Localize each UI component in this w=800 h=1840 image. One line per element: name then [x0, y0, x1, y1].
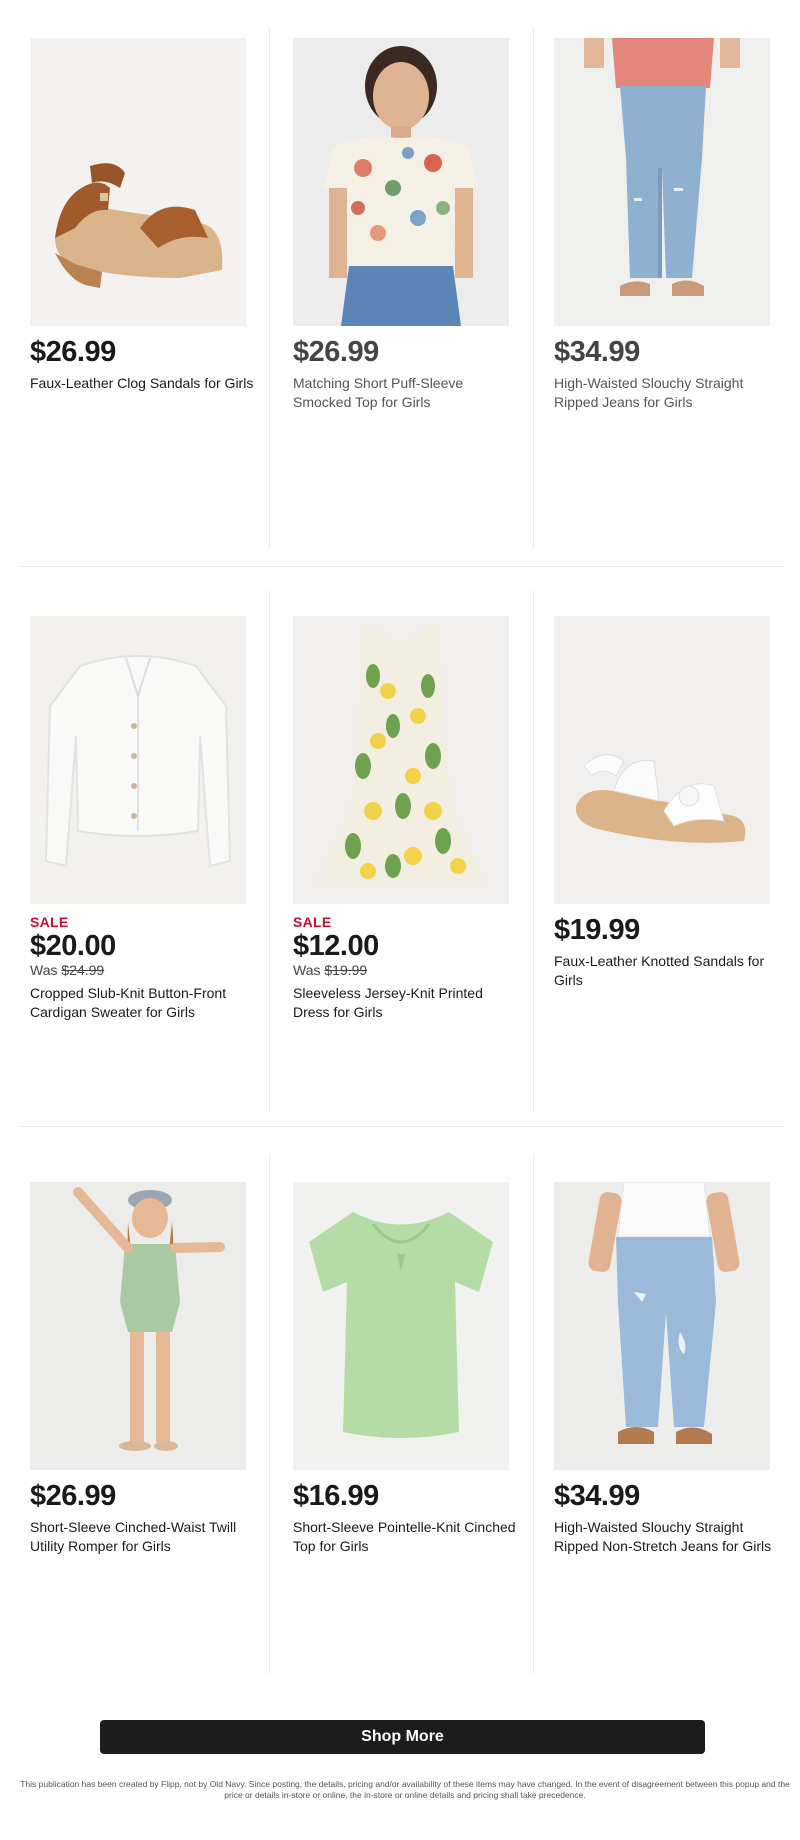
- product-image[interactable]: [30, 616, 246, 904]
- product-price: $19.99: [554, 914, 640, 946]
- product-price: $26.99: [293, 336, 379, 368]
- column-divider: [269, 28, 270, 548]
- was-amount: $19.99: [324, 962, 368, 978]
- product-price: $26.99: [30, 1480, 116, 1512]
- product-row-3: $26.99 Short-Sleeve Cinched-Waist Twill …: [0, 1140, 800, 1680]
- row-divider: [20, 1126, 785, 1127]
- product-price: $34.99: [554, 1480, 640, 1512]
- disclaimer-text: This publication has been created by Fli…: [20, 1779, 790, 1800]
- product-image[interactable]: [30, 38, 246, 326]
- product-name[interactable]: Short-Sleeve Pointelle-Knit Cinched Top …: [293, 1518, 523, 1556]
- product-name[interactable]: Cropped Slub-Knit Button-Front Cardigan …: [30, 984, 260, 1022]
- product-price: $34.99: [554, 336, 640, 368]
- product-image[interactable]: [293, 616, 509, 904]
- product-name[interactable]: Sleeveless Jersey-Knit Printed Dress for…: [293, 984, 523, 1022]
- sale-badge: SALE: [30, 914, 69, 930]
- product-image[interactable]: [293, 38, 509, 326]
- column-divider: [269, 590, 270, 1112]
- was-label: Was: [293, 962, 321, 978]
- product-name[interactable]: Matching Short Puff-Sleeve Smocked Top f…: [293, 374, 523, 412]
- product-name[interactable]: Faux-Leather Knotted Sandals for Girls: [554, 952, 784, 990]
- product-price: $26.99: [30, 336, 116, 368]
- column-divider: [533, 28, 534, 548]
- product-name[interactable]: High-Waisted Slouchy Straight Ripped Non…: [554, 1518, 784, 1556]
- product-row-2: SALE $20.00 Was $24.99 Cropped Slub-Knit…: [0, 580, 800, 1140]
- row-divider: [20, 566, 785, 567]
- was-amount: $24.99: [61, 962, 105, 978]
- column-divider: [533, 590, 534, 1112]
- was-label: Was: [30, 962, 58, 978]
- product-row-1: $26.99 Faux-Leather Clog Sandals for Gir…: [0, 0, 800, 560]
- product-price: $20.00: [30, 930, 116, 962]
- was-price: Was $19.99: [293, 962, 523, 978]
- shop-more-button[interactable]: Shop More: [100, 1720, 705, 1754]
- product-price: $12.00: [293, 930, 379, 962]
- column-divider: [269, 1154, 270, 1674]
- product-price: $16.99: [293, 1480, 379, 1512]
- product-image[interactable]: [554, 38, 770, 326]
- was-price: Was $24.99: [30, 962, 260, 978]
- product-name[interactable]: Faux-Leather Clog Sandals for Girls: [30, 374, 260, 393]
- sale-badge: SALE: [293, 914, 332, 930]
- product-image[interactable]: [554, 1182, 770, 1470]
- product-image[interactable]: [293, 1182, 509, 1470]
- product-name[interactable]: Short-Sleeve Cinched-Waist Twill Utility…: [30, 1518, 260, 1556]
- product-name[interactable]: High-Waisted Slouchy Straight Ripped Jea…: [554, 374, 784, 412]
- column-divider: [533, 1154, 534, 1674]
- product-image[interactable]: [554, 616, 770, 904]
- product-image[interactable]: [30, 1182, 246, 1470]
